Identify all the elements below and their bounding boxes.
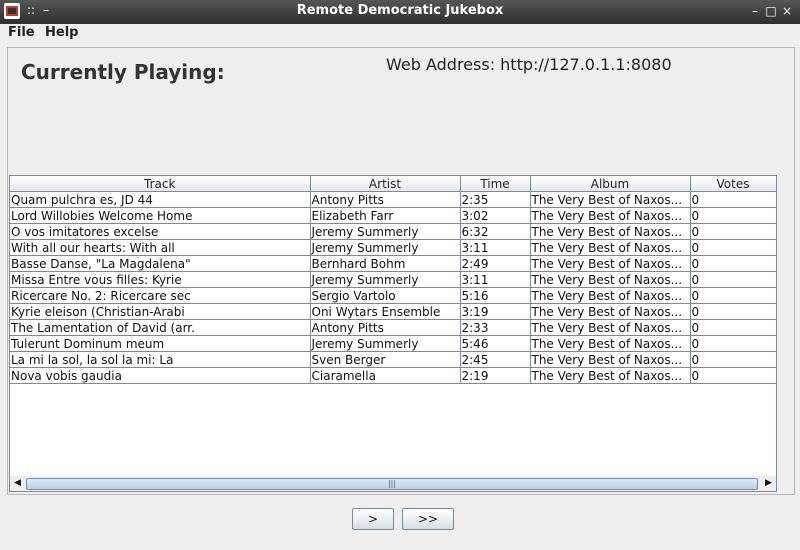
play-button[interactable]: >: [352, 508, 394, 530]
album-cell: The Very Best of Naxos...: [530, 191, 691, 208]
scroll-right-icon[interactable]: ▶: [761, 476, 776, 491]
album-cell: The Very Best of Naxos...: [530, 207, 691, 224]
album-cell: The Very Best of Naxos...: [530, 351, 691, 368]
track-cell: Tulerunt Dominum meum: [10, 335, 311, 352]
artist-cell: Sven Berger: [310, 351, 461, 368]
track-cell: O vos imitatores excelse: [10, 223, 311, 240]
votes-cell: 0: [690, 223, 776, 240]
scroll-left-icon[interactable]: ◀: [10, 476, 25, 491]
table-row[interactable]: La mi la sol, la sol la mi: La Sven Berge…: [10, 351, 776, 368]
time-cell: 3:02: [460, 207, 531, 224]
column-header-artist[interactable]: Artist: [310, 176, 461, 192]
time-cell: 2:33: [460, 319, 531, 336]
table-row[interactable]: With all our hearts: With all Jeremy Summ…: [10, 239, 776, 256]
menu-bar: File Help: [0, 24, 800, 44]
votes-cell: 0: [690, 319, 776, 336]
artist-cell: Elizabeth Farr: [310, 207, 461, 224]
time-cell: 2:35: [460, 191, 531, 208]
scrollbar-grip: |||: [387, 479, 397, 488]
votes-cell: 0: [690, 207, 776, 224]
time-cell: 6:32: [460, 223, 531, 240]
track-cell: Basse Danse, "La Magdalena": [10, 255, 311, 272]
album-cell: The Very Best of Naxos...: [530, 335, 691, 352]
time-cell: 5:46: [460, 335, 531, 352]
album-cell: The Very Best of Naxos...: [530, 319, 691, 336]
votes-cell: 0: [690, 191, 776, 208]
album-cell: The Very Best of Naxos...: [530, 223, 691, 240]
artist-cell: Jeremy Summerly: [310, 223, 461, 240]
album-cell: The Very Best of Naxos...: [530, 255, 691, 272]
time-cell: 5:16: [460, 287, 531, 304]
column-header-time[interactable]: Time: [460, 176, 531, 192]
votes-cell: 0: [690, 271, 776, 288]
scrollbar-thumb[interactable]: |||: [26, 478, 758, 490]
artist-cell: Jeremy Summerly: [310, 335, 461, 352]
votes-cell: 0: [690, 367, 776, 384]
time-cell: 2:45: [460, 351, 531, 368]
track-table: Track Artist Time Album Votes Quam pulch…: [9, 175, 777, 478]
track-cell: La mi la sol, la sol la mi: La: [10, 351, 311, 368]
album-cell: The Very Best of Naxos...: [530, 271, 691, 288]
votes-cell: 0: [690, 351, 776, 368]
column-header-track[interactable]: Track: [10, 176, 311, 192]
skip-button[interactable]: >>: [402, 508, 454, 530]
artist-cell: Sergio Vartolo: [310, 287, 461, 304]
currently-playing-label: Currently Playing:: [21, 60, 225, 84]
table-row[interactable]: Missa Entre vous filles: Kyrie Jeremy Sum…: [10, 271, 776, 288]
votes-cell: 0: [690, 303, 776, 320]
track-cell: The Lamentation of David (arr.: [10, 319, 311, 336]
album-cell: The Very Best of Naxos...: [530, 367, 691, 384]
table-row[interactable]: Nova vobis gaudia Ciaramella 2:19 The Very …: [10, 367, 776, 384]
column-header-album[interactable]: Album: [530, 176, 691, 192]
table-row[interactable]: Quam pulchra es, JD 44 Antony Pitts 2:35 Th…: [10, 191, 776, 208]
time-cell: 2:49: [460, 255, 531, 272]
votes-cell: 0: [690, 255, 776, 272]
track-cell: Ricercare No. 2: Ricercare sec: [10, 287, 311, 304]
track-cell: Missa Entre vous filles: Kyrie: [10, 271, 311, 288]
artist-cell: Bernhard Bohm: [310, 255, 461, 272]
time-cell: 2:19: [460, 367, 531, 384]
track-cell: Lord Willobies Welcome Home: [10, 207, 311, 224]
menu-file[interactable]: File: [8, 25, 35, 40]
track-cell: Quam pulchra es, JD 44: [10, 191, 311, 208]
table-row[interactable]: Tulerunt Dominum meum Jeremy Summerly 5:46…: [10, 335, 776, 352]
track-cell: Kyrie eleison (Christian-Arabi: [10, 303, 311, 320]
album-cell: The Very Best of Naxos...: [530, 287, 691, 304]
close-icon[interactable]: ×: [778, 2, 796, 20]
artist-cell: Antony Pitts: [310, 191, 461, 208]
artist-cell: Oni Wytars Ensemble: [310, 303, 461, 320]
time-cell: 3:11: [460, 271, 531, 288]
votes-cell: 0: [690, 239, 776, 256]
table-row[interactable]: Lord Willobies Welcome Home Elizabeth Far…: [10, 207, 776, 224]
artist-cell: Ciaramella: [310, 367, 461, 384]
album-cell: The Very Best of Naxos...: [530, 303, 691, 320]
window-title: Remote Democratic Jukebox: [296, 3, 504, 18]
artist-cell: Jeremy Summerly: [310, 271, 461, 288]
track-cell: Nova vobis gaudia: [10, 367, 311, 384]
table-row[interactable]: O vos imitatores excelse Jeremy Summerly 6…: [10, 223, 776, 240]
table-row[interactable]: Ricercare No. 2: Ricercare sec Sergio Var…: [10, 287, 776, 304]
table-row[interactable]: The Lamentation of David (arr. Antony Pit…: [10, 319, 776, 336]
table-row[interactable]: Kyrie eleison (Christian-Arabi Oni Wytars…: [10, 303, 776, 320]
artist-cell: Antony Pitts: [310, 319, 461, 336]
title-bar: :: – Remote Democratic Jukebox – □ ×: [0, 0, 800, 24]
votes-cell: 0: [690, 335, 776, 352]
album-cell: The Very Best of Naxos...: [530, 239, 691, 256]
web-address: Web Address: http://127.0.1.1:8080: [386, 55, 672, 74]
column-header-votes[interactable]: Votes: [690, 176, 776, 192]
time-cell: 3:19: [460, 303, 531, 320]
table-row[interactable]: Basse Danse, "La Magdalena" Bernhard Bohm…: [10, 255, 776, 272]
artist-cell: Jeremy Summerly: [310, 239, 461, 256]
votes-cell: 0: [690, 287, 776, 304]
time-cell: 3:11: [460, 239, 531, 256]
track-cell: With all our hearts: With all: [10, 239, 311, 256]
table-header: Track Artist Time Album Votes: [10, 176, 776, 192]
horizontal-scrollbar[interactable]: ◀ ||| ▶: [9, 476, 777, 492]
menu-help[interactable]: Help: [45, 25, 78, 40]
